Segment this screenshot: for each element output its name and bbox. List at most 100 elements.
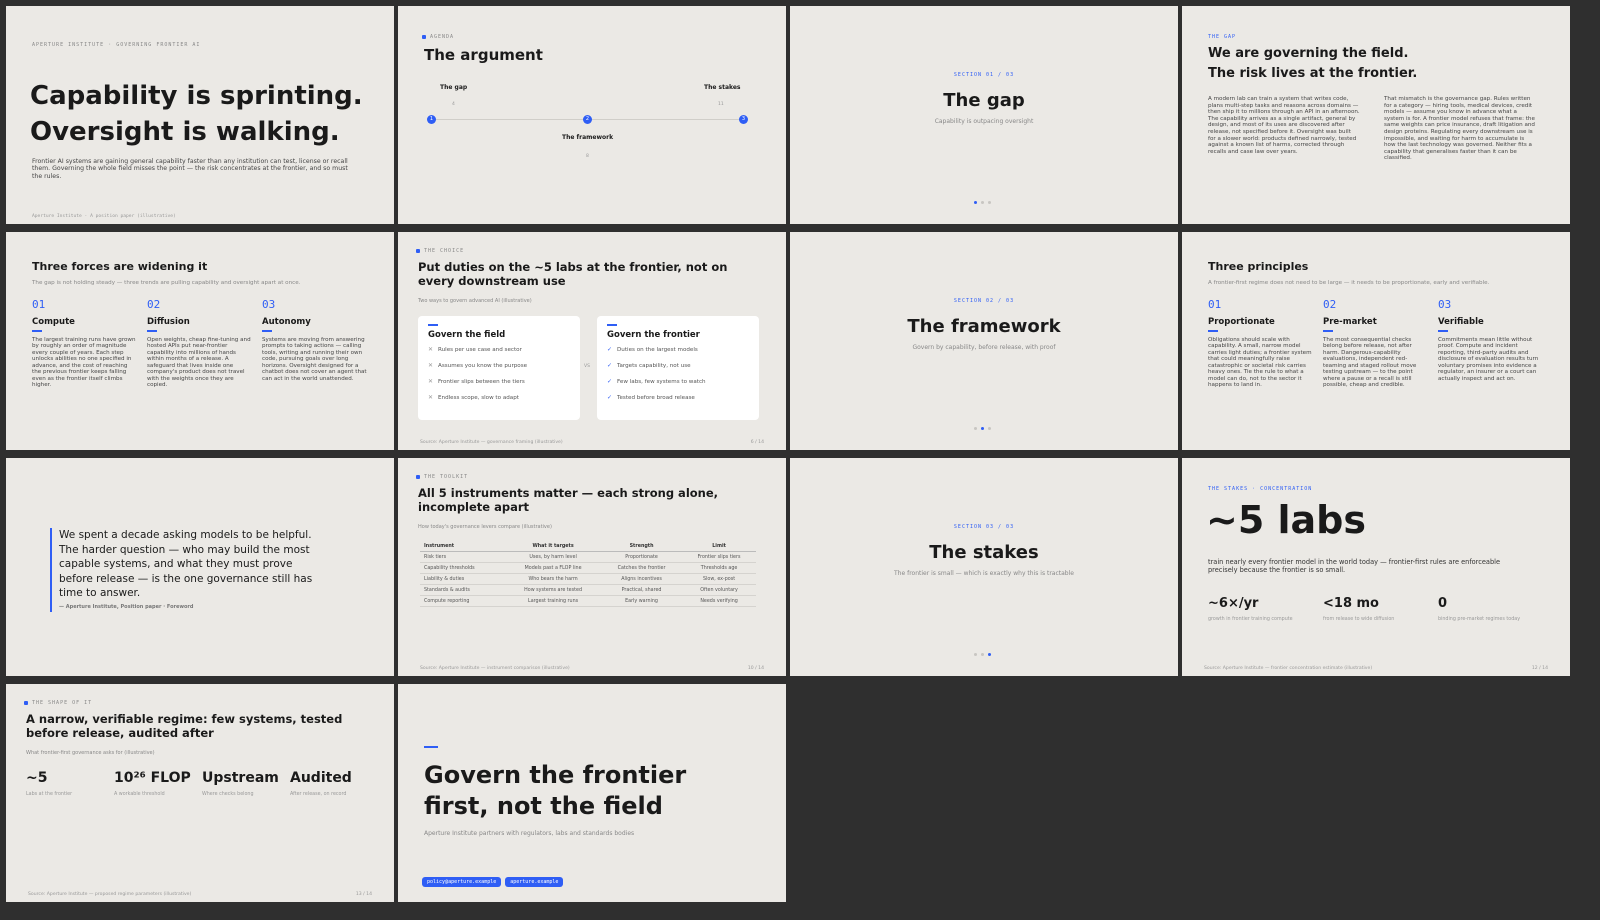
stat-block: Upstream Where checks belong [202, 770, 292, 797]
slide-5-forces[interactable]: Three forces are widening it The gap is … [6, 232, 394, 450]
column-title: Pre-market [1323, 317, 1377, 327]
slide-10-toolkit[interactable]: THE TOOLKIT All 5 instruments matter — e… [398, 458, 786, 676]
check-icon: ✓ [607, 361, 613, 369]
card-item: ✓ Duties on the largest models [607, 345, 698, 353]
page-number: 13 / 14 [355, 892, 372, 897]
underline [428, 324, 438, 326]
slide-title: We are governing the field. [1208, 46, 1409, 61]
email-link[interactable]: policy@aperture.example [422, 877, 502, 887]
column-header: Limit [682, 542, 756, 552]
agenda-item-framework: The framework [562, 134, 614, 141]
section-title: The framework [907, 316, 1061, 337]
text-column-2: That mismatch is the governance gap. Rul… [1384, 96, 1535, 162]
kicker: SECTION 01 / 03 [953, 72, 1015, 78]
slide-4-gap[interactable]: THE GAP We are governing the field. The … [1182, 6, 1570, 224]
page-number: 10 / 14 [747, 666, 764, 671]
accent-dot-icon [24, 700, 28, 705]
agenda-item-stakes: The stakes [704, 84, 741, 91]
check-icon: ✓ [607, 393, 613, 401]
stat-label: Where checks belong [202, 792, 254, 797]
stat-label: After release, on record [290, 792, 347, 797]
accent-rule [424, 746, 438, 748]
stat-block: ~5 Labs at the frontier [26, 770, 116, 797]
kicker: THE CHOICE [416, 248, 464, 254]
table-row: Capability thresholds Models past a FLOP … [420, 562, 756, 574]
intro-text: Frontier AI systems are gaining general … [32, 158, 348, 180]
card-item: ✕ Endless scope, slow to adapt [428, 393, 519, 401]
timeline-dot-3: 3 [739, 115, 748, 124]
stat-label: A workable threshold [114, 792, 165, 797]
underline [147, 330, 157, 332]
kicker: SECTION 03 / 03 [953, 524, 1015, 530]
x-icon: ✕ [428, 393, 434, 401]
slide-13-shape[interactable]: THE SHAPE OF IT A narrow, verifiable reg… [6, 684, 394, 902]
check-icon: ✓ [607, 377, 613, 385]
column-text: Systems are moving from answering prompt… [262, 336, 367, 382]
closing-title: Govern the frontier first, not the field [424, 761, 687, 820]
stat-label: from release to wide diffusion [1323, 617, 1395, 622]
table-row: Compute reporting Largest training runs Ea… [420, 595, 756, 607]
column-title: Proportionate [1208, 317, 1275, 327]
progress-dots [972, 427, 993, 430]
underline [262, 330, 272, 332]
section-subtitle: Govern by capability, before release, wi… [912, 344, 1056, 351]
stat-value: <18 mo [1323, 596, 1379, 611]
slide-11-section[interactable]: SECTION 03 / 03 The stakes The frontier … [790, 458, 1178, 676]
force-column: 02 Diffusion Open weights, cheap fine-tu… [147, 298, 252, 389]
agenda-page: 8 [586, 154, 589, 159]
principle-column: 02 Pre-market The most consequential che… [1323, 298, 1428, 389]
progress-dots [972, 201, 993, 204]
slide-14-closing[interactable]: Govern the frontier first, not the field… [398, 684, 786, 902]
slide-2-agenda[interactable]: AGENDA The argument 1 2 3 The gap 4 The … [398, 6, 786, 224]
slide-12-stakes[interactable]: THE STAKES · CONCENTRATION ~5 labs train… [1182, 458, 1570, 676]
quote-bar [50, 528, 52, 612]
column-number: 02 [1323, 298, 1337, 311]
page-number: 12 / 14 [1531, 666, 1548, 671]
column-header: Strength [600, 542, 683, 552]
column-header: What it targets [505, 542, 601, 552]
quote-attribution: — Aperture Institute, Position paper · F… [59, 604, 194, 610]
page-number: 6 / 14 [750, 440, 764, 445]
column-text: Open weights, cheap fine-tuning and host… [147, 336, 251, 389]
accent-dot-icon [416, 248, 420, 253]
slide-subtitle: A frontier-first regime does not need to… [1208, 280, 1490, 286]
text-column-1: A modern lab can train a system that wri… [1208, 96, 1360, 155]
column-text: The largest training runs have grown by … [32, 336, 136, 389]
slide-6-choice[interactable]: THE CHOICE Put duties on the ~5 labs at … [398, 232, 786, 450]
x-icon: ✕ [428, 361, 434, 369]
slide-title: Capability is sprinting. [30, 81, 363, 111]
stat-value: 0 [1438, 596, 1448, 611]
stat-block: 0 binding pre-market regimes today [1438, 596, 1528, 622]
column-header: Instrument [420, 542, 506, 552]
underline [32, 330, 42, 332]
stat-value: 10²⁶ FLOP [114, 770, 191, 786]
kicker: THE TOOLKIT [416, 474, 468, 480]
column-title: Compute [32, 317, 75, 327]
kicker: SECTION 02 / 03 [953, 298, 1015, 304]
column-number: 02 [147, 298, 161, 311]
kicker: THE GAP [1208, 34, 1237, 40]
slide-7-section[interactable]: SECTION 02 / 03 The framework Govern by … [790, 232, 1178, 450]
closing-subtitle: Aperture Institute partners with regulat… [424, 830, 635, 837]
slide-subtitle: Two ways to govern advanced AI (illustra… [418, 298, 532, 304]
slide-8-principles[interactable]: Three principles A frontier-first regime… [1182, 232, 1570, 450]
x-icon: ✕ [428, 345, 434, 353]
card-item: ✕ Rules per use case and sector [428, 345, 522, 353]
slide-title: The argument [424, 46, 543, 64]
stat-label: binding pre-market regimes today [1438, 617, 1521, 622]
slide-9-quote[interactable]: We spent a decade asking models to be he… [6, 458, 394, 676]
website-link[interactable]: aperture.example [505, 877, 564, 887]
slide-1-title[interactable]: APERTURE INSTITUTE · GOVERNING FRONTIER … [6, 6, 394, 224]
footer-source: Source: Aperture Institute — frontier co… [1204, 666, 1373, 671]
card-item: ✓ Few labs, few systems to watch [607, 377, 706, 385]
stat-value: Upstream [202, 770, 279, 786]
slide-subtitle: The gap is not holding steady — three tr… [32, 280, 301, 286]
kicker: APERTURE INSTITUTE · GOVERNING FRONTIER … [32, 42, 201, 48]
slide-3-section[interactable]: SECTION 01 / 03 The gap Capability is ou… [790, 6, 1178, 224]
slide-title: Put duties on the ~5 labs at the frontie… [418, 260, 728, 288]
section-subtitle: The frontier is small — which is exactly… [894, 570, 1074, 577]
column-number: 03 [1438, 298, 1452, 311]
stat-block: 10²⁶ FLOP A workable threshold [114, 770, 204, 797]
card-item: ✕ Assumes you know the purpose [428, 361, 528, 369]
slide-title: All 5 instruments matter — each strong a… [418, 486, 719, 514]
